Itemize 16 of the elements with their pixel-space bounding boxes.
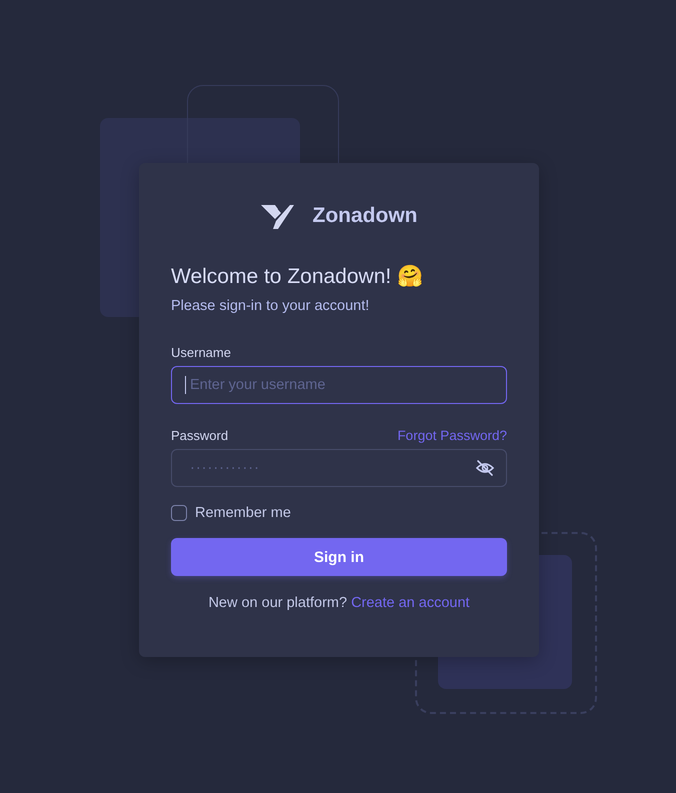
welcome-title: Welcome to Zonadown! 🤗 bbox=[171, 264, 424, 289]
text-cursor bbox=[185, 376, 186, 394]
remember-label: Remember me bbox=[195, 505, 291, 521]
hide-password-icon[interactable] bbox=[475, 458, 495, 478]
signup-prompt: New on our platform? bbox=[208, 595, 348, 611]
forgot-password-link[interactable]: Forgot Password? bbox=[397, 428, 507, 443]
welcome-subtitle: Please sign-in to your account! bbox=[171, 298, 370, 314]
password-field[interactable]: ············ bbox=[171, 449, 507, 487]
remember-checkbox[interactable] bbox=[171, 505, 187, 521]
sign-in-button[interactable]: Sign in bbox=[171, 538, 507, 576]
logo-icon bbox=[260, 203, 294, 229]
field-label: Username bbox=[171, 345, 231, 360]
username-field[interactable]: Enter your username bbox=[171, 366, 507, 404]
create-account-link[interactable]: Create an account bbox=[351, 595, 470, 611]
field-label: Password bbox=[171, 428, 228, 443]
brand-name: Zonadown bbox=[312, 204, 418, 228]
